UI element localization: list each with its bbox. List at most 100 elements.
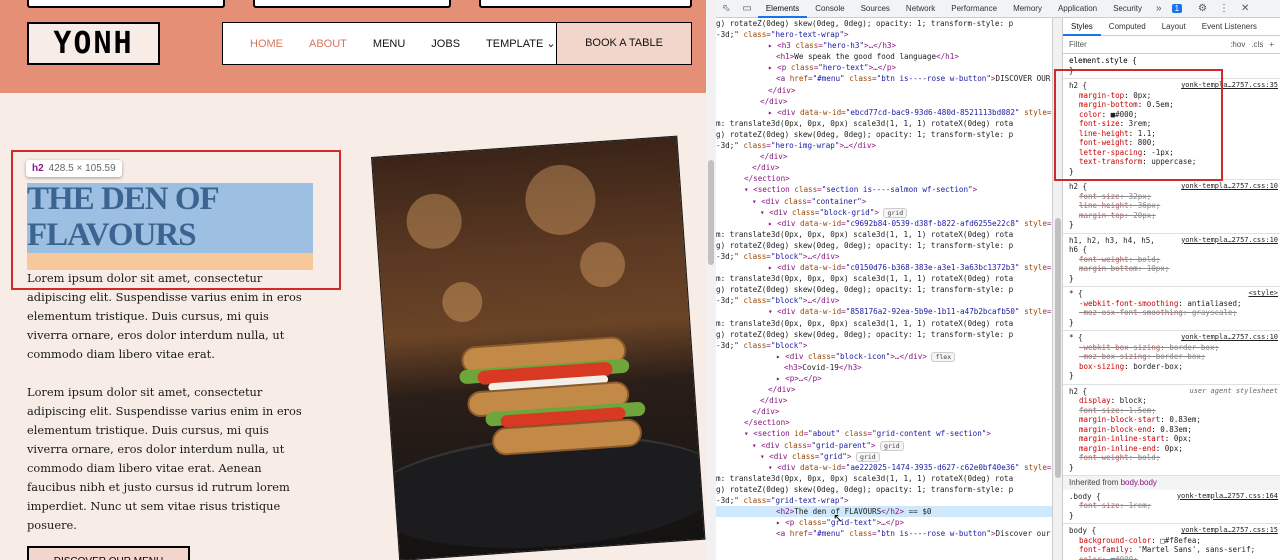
dom-line[interactable]: </div>	[716, 395, 1052, 406]
dom-line[interactable]: <h1>We speak the good food language</h1>	[716, 51, 1052, 62]
annotation-box	[1054, 69, 1223, 181]
bokeh-light	[523, 162, 598, 238]
more-tabs-icon[interactable]: »	[1150, 3, 1168, 14]
dom-line[interactable]: </div>	[716, 85, 1052, 96]
dom-line[interactable]: </div>	[716, 384, 1052, 395]
body-paragraph: Lorem ipsum dolor sit amet, consectetur …	[27, 385, 302, 532]
dom-line[interactable]: m: translate3d(0px, 0px, 0px) scale3d(1,…	[716, 118, 1052, 129]
dom-line[interactable]: ▾ <div data-w-id="ae222025-1474-3935-d62…	[716, 462, 1052, 473]
style-rule: * {yonk-templa…2757.css:10 -webkit-box-s…	[1063, 331, 1280, 385]
dom-line-selected[interactable]: <h2>The den of FLAVOURS</h2> == $0	[716, 506, 1052, 518]
chevron-down-icon: ⌄	[546, 38, 556, 50]
dom-line[interactable]: ▾ <div class="container">	[716, 196, 1052, 207]
more-options-icon[interactable]: ⋮	[1213, 3, 1235, 14]
dom-line[interactable]: g) rotateZ(0deg) skew(0deg, 0deg); opaci…	[716, 284, 1052, 295]
tab-console[interactable]: Console	[807, 0, 852, 18]
nav-link-menu[interactable]: MENU	[360, 38, 418, 50]
style-rule: h1, h2, h3, h4, h5, h6 {yonk-templa…2757.…	[1063, 234, 1280, 287]
dom-line[interactable]: -3d;" class="block">…</div>	[716, 251, 1052, 262]
dom-line[interactable]: -3d;" class="hero-text-wrap">	[716, 29, 1052, 40]
dom-line[interactable]: </div>	[716, 162, 1052, 173]
cls-toggle[interactable]: .cls	[1251, 40, 1263, 50]
tab-application[interactable]: Application	[1050, 0, 1105, 18]
tab-layout[interactable]: Layout	[1154, 18, 1194, 36]
inherited-link[interactable]: body.body	[1121, 478, 1157, 487]
tooltip-tag: h2	[32, 163, 44, 174]
dom-line[interactable]: ▾ <div data-w-id="858176a2-92ea-5b9e-1b1…	[716, 306, 1052, 317]
dom-line[interactable]: </section>	[716, 173, 1052, 184]
style-rule: h2 {yonk-templa…2757.css:10 font-size: 3…	[1063, 180, 1280, 234]
inherited-label: Inherited from	[1069, 478, 1119, 487]
device-toggle-icon[interactable]: ▭	[736, 3, 757, 14]
issues-badge[interactable]: 1	[1171, 4, 1183, 13]
dom-line[interactable]: ▸ <p>…</p>	[716, 373, 1052, 384]
dom-line[interactable]: </section>	[716, 417, 1052, 428]
dom-line[interactable]: -3d;" class="grid-text-wrap">	[716, 495, 1052, 506]
dom-line[interactable]: </div>	[716, 96, 1052, 107]
dom-line[interactable]: m: translate3d(0px, 0px, 0px) scale3d(1,…	[716, 318, 1052, 329]
elements-tree: g) rotateZ(0deg) skew(0deg, 0deg); opaci…	[716, 18, 1052, 560]
header-top-box	[253, 0, 451, 8]
page-scrollbar[interactable]	[706, 0, 716, 560]
gear-icon[interactable]: ⚙	[1192, 3, 1213, 14]
nav-link-jobs[interactable]: JOBS	[418, 38, 473, 50]
tab-network[interactable]: Network	[898, 0, 943, 18]
body-paragraph: Lorem ipsum dolor sit amet, consectetur …	[27, 271, 302, 361]
dom-line[interactable]: ▸ <div data-w-id="c0150d76-b368-383e-a3e…	[716, 262, 1052, 273]
dom-line[interactable]: ▾ <div class="grid-parent"> grid	[716, 440, 1052, 451]
dom-line[interactable]: ▸ <p class="grid-text">…</p>	[716, 517, 1052, 528]
tab-elements[interactable]: Elements	[757, 0, 808, 18]
dom-line[interactable]: <h3>Covid-19</h3>	[716, 362, 1052, 373]
dom-line[interactable]: m: translate3d(0px, 0px, 0px) scale3d(1,…	[716, 273, 1052, 284]
dom-line[interactable]: -3d;" class="hero-img-wrap">…</div>	[716, 140, 1052, 151]
dom-line[interactable]: <a href="#menu" class="btn is----rose w-…	[716, 528, 1052, 539]
dom-line[interactable]: -3d;" class="block">	[716, 340, 1052, 351]
discover-menu-button[interactable]: DISCOVER OUR MENU	[27, 546, 190, 560]
dom-line[interactable]: g) rotateZ(0deg) skew(0deg, 0deg); opaci…	[716, 240, 1052, 251]
dom-line[interactable]: ▾ <section id="about" class="grid-conten…	[716, 428, 1052, 439]
book-table-button[interactable]: BOOK A TABLE	[556, 23, 691, 64]
dom-line[interactable]: m: translate3d(0px, 0px, 0px) scale3d(1,…	[716, 473, 1052, 484]
dom-line[interactable]: m: translate3d(0px, 0px, 0px) scale3d(1,…	[716, 229, 1052, 240]
tab-computed[interactable]: Computed	[1101, 18, 1154, 36]
dom-line[interactable]: ▾ <div class="grid"> grid	[716, 451, 1052, 462]
section-heading: The den of flavours	[27, 181, 218, 253]
dom-line[interactable]: g) rotateZ(0deg) skew(0deg, 0deg); opaci…	[716, 329, 1052, 340]
dom-line[interactable]: </div>	[716, 151, 1052, 162]
bokeh-light	[404, 191, 464, 251]
dom-line[interactable]: ▸ <div data-w-id="ebcd77cd-bac9-93d6-480…	[716, 107, 1052, 118]
hov-toggle[interactable]: :hov	[1230, 40, 1245, 50]
tab-sources[interactable]: Sources	[853, 0, 898, 18]
add-rule-icon[interactable]: +	[1269, 40, 1274, 50]
inspect-icon[interactable]: ⬁	[716, 3, 736, 14]
sandwich-photo	[371, 135, 706, 560]
dom-line[interactable]: ▾ <div class="block-grid"> grid	[716, 207, 1052, 218]
scrollbar-thumb[interactable]	[708, 160, 714, 265]
dom-line[interactable]: ▾ <section class="section is----salmon w…	[716, 184, 1052, 195]
dom-line[interactable]: <a href="#menu" class="btn is----rose w-…	[716, 73, 1052, 84]
close-icon[interactable]: ✕	[1235, 3, 1255, 14]
tab-security[interactable]: Security	[1105, 0, 1150, 18]
inherited-header: Inherited from body.body	[1063, 476, 1280, 490]
dom-line[interactable]: ▸ <div class="block-icon">…</div> flex	[716, 351, 1052, 362]
nav-link-about[interactable]: ABOUT	[296, 38, 360, 50]
filter-input[interactable]: Filter	[1069, 40, 1087, 50]
tab-styles[interactable]: Styles	[1063, 18, 1101, 36]
nav-link-template[interactable]: TEMPLATE ⌄	[473, 37, 569, 50]
dom-line[interactable]: ▸ <h3 class="hero-h3">…</h3>	[716, 40, 1052, 51]
tab-performance[interactable]: Performance	[943, 0, 1005, 18]
tab-memory[interactable]: Memory	[1005, 0, 1050, 18]
dom-line[interactable]: g) rotateZ(0deg) skew(0deg, 0deg); opaci…	[716, 129, 1052, 140]
dom-line[interactable]: ▸ <p class="hero-text">…</p>	[716, 62, 1052, 73]
dom-line[interactable]: g) rotateZ(0deg) skew(0deg, 0deg); opaci…	[716, 18, 1052, 29]
dom-line[interactable]: ▸ <div data-w-id="c9692b84-0539-d38f-b82…	[716, 218, 1052, 229]
scrollbar-thumb[interactable]	[1055, 218, 1061, 478]
site-logo[interactable]: YONH	[27, 22, 160, 65]
tab-event-listeners[interactable]: Event Listeners	[1194, 18, 1265, 36]
dom-line[interactable]: g) rotateZ(0deg) skew(0deg, 0deg); opaci…	[716, 484, 1052, 495]
mouse-cursor-icon: ↖	[833, 511, 844, 525]
dom-line[interactable]: </div>	[716, 406, 1052, 417]
dom-line[interactable]: -3d;" class="block">…</div>	[716, 295, 1052, 306]
nav-template-label: TEMPLATE	[486, 38, 544, 50]
nav-link-home[interactable]: HOME	[223, 38, 296, 50]
